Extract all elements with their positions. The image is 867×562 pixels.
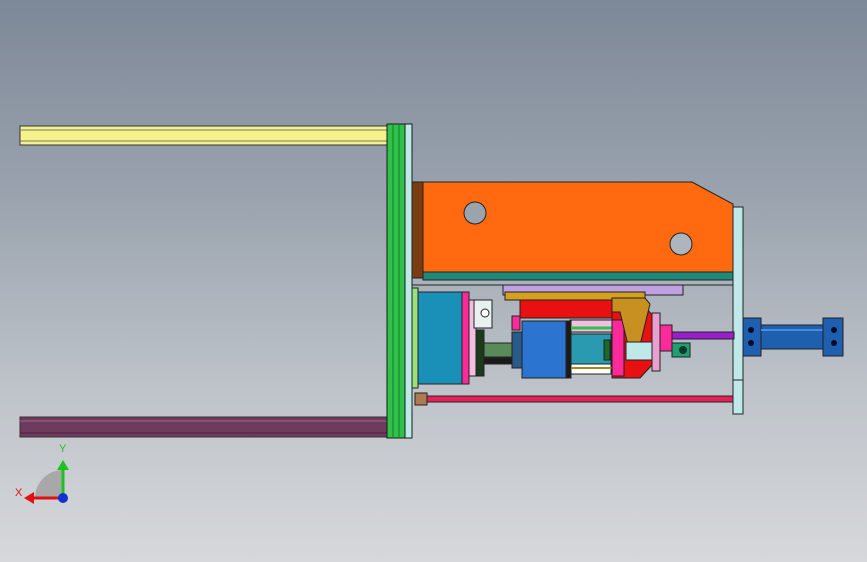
assembly-drawing xyxy=(19,123,844,504)
coordinate-triad xyxy=(24,460,69,504)
triad-quadrant xyxy=(35,470,63,498)
orange-bracket[interactable] xyxy=(411,181,734,281)
z-axis-dot xyxy=(58,493,68,503)
upper-rail[interactable] xyxy=(19,125,389,146)
end-plate[interactable] xyxy=(732,206,744,415)
lower-rail[interactable] xyxy=(19,416,389,438)
piston-rod xyxy=(671,331,735,340)
mounting-hole xyxy=(669,232,693,256)
mounting-hole xyxy=(463,201,487,225)
tie-rod xyxy=(414,392,734,406)
frame-plate[interactable] xyxy=(386,123,413,439)
pneumatic-cylinder[interactable] xyxy=(742,317,844,357)
y-axis-label: Y xyxy=(59,443,67,455)
motor[interactable] xyxy=(417,291,493,385)
x-axis-label: X xyxy=(15,487,23,499)
cad-viewport[interactable]: Y X xyxy=(0,0,867,562)
